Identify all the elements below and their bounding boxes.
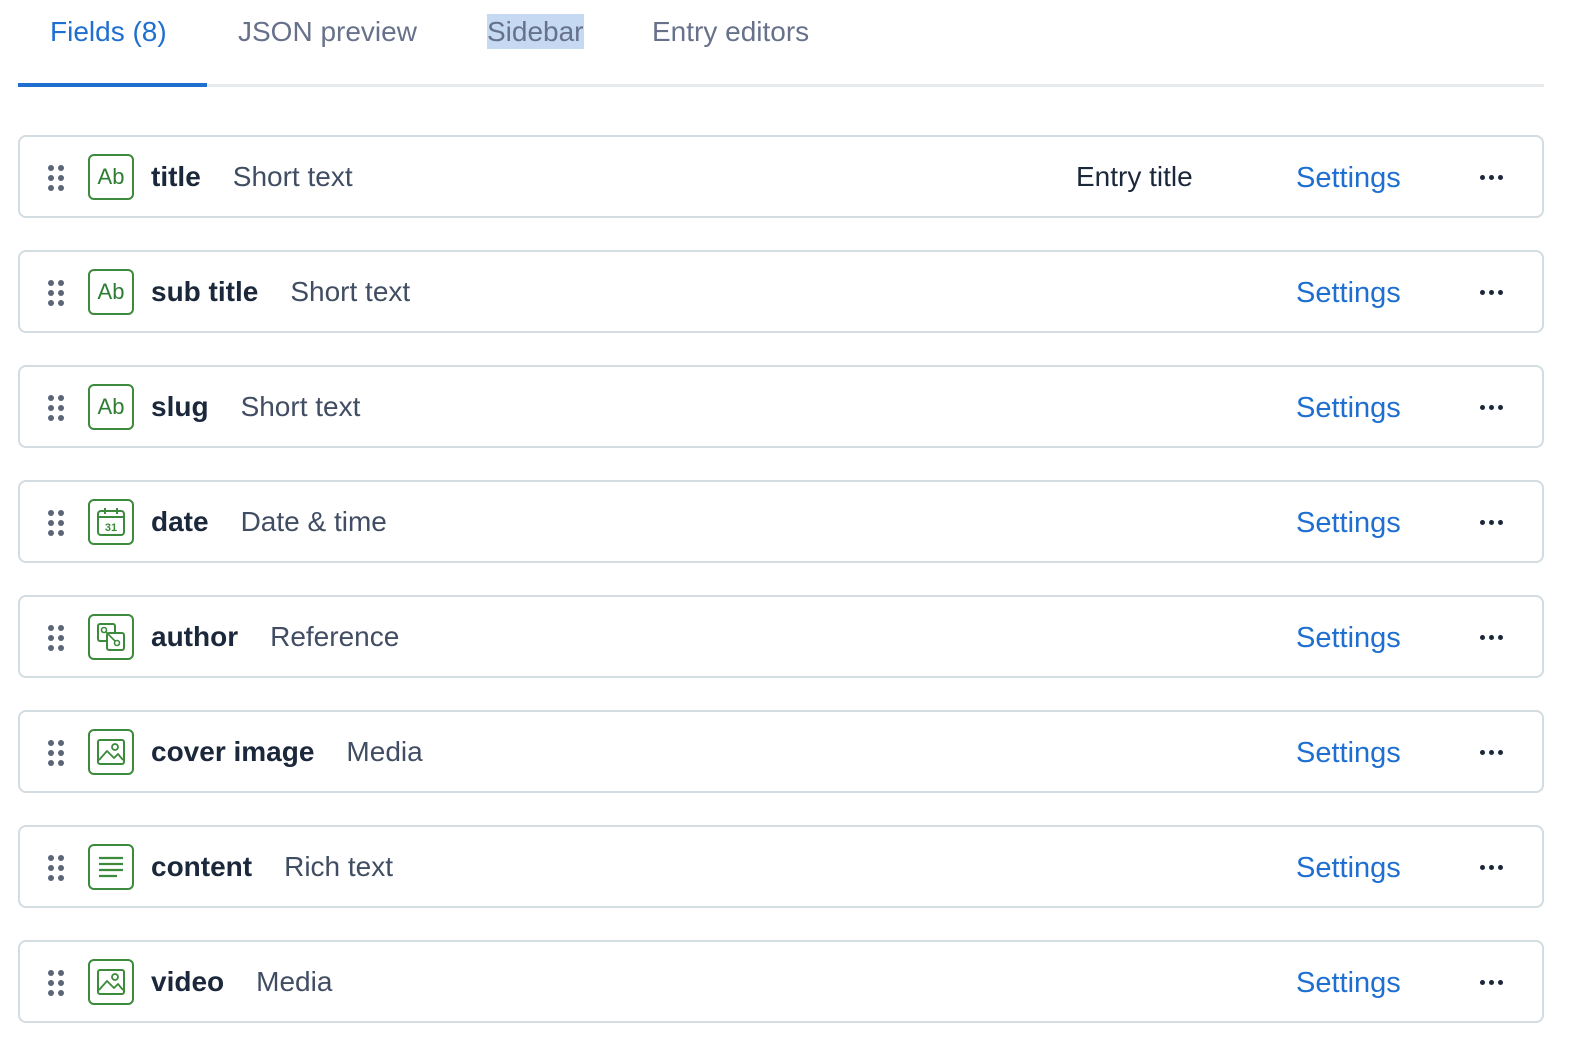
tab-sidebar[interactable]: Sidebar bbox=[487, 12, 584, 52]
more-options-icon[interactable] bbox=[1472, 508, 1512, 536]
field-type: Media bbox=[256, 965, 333, 997]
field-row[interactable]: Ab sub title Short text Settings bbox=[18, 250, 1544, 333]
field-row[interactable]: cover image Media Settings bbox=[18, 710, 1544, 793]
calendar-icon: 31 bbox=[88, 499, 134, 545]
svg-text:31: 31 bbox=[105, 522, 117, 534]
short-text-icon-label: Ab bbox=[97, 279, 125, 304]
settings-button[interactable]: Settings bbox=[1296, 827, 1401, 910]
content-model-fields-page: Fields (8) JSON preview Sidebar Entry ed… bbox=[0, 0, 1578, 1064]
settings-button[interactable]: Settings bbox=[1296, 367, 1401, 450]
more-options-icon[interactable] bbox=[1472, 393, 1512, 421]
settings-button[interactable]: Settings bbox=[1296, 482, 1401, 565]
more-options-icon[interactable] bbox=[1472, 163, 1512, 191]
field-name: content bbox=[151, 850, 253, 882]
tab-entry-editors-label: Entry editors bbox=[652, 16, 810, 47]
field-row[interactable]: video Media Settings bbox=[18, 940, 1544, 1023]
more-options-icon[interactable] bbox=[1472, 738, 1512, 766]
field-row[interactable]: author Reference Settings bbox=[18, 595, 1544, 678]
drag-handle-icon[interactable] bbox=[46, 394, 66, 422]
field-row[interactable]: Ab slug Short text Settings bbox=[18, 365, 1544, 448]
short-text-icon-label: Ab bbox=[97, 164, 125, 189]
field-type: Reference bbox=[270, 620, 400, 652]
field-name: slug bbox=[151, 390, 209, 422]
drag-handle-icon[interactable] bbox=[46, 739, 66, 767]
tab-bar-divider bbox=[18, 84, 1544, 87]
rich-text-icon bbox=[88, 844, 134, 890]
media-icon bbox=[88, 959, 134, 1005]
field-info: author Reference bbox=[151, 597, 399, 676]
short-text-icon-label: Ab bbox=[97, 394, 125, 419]
settings-button[interactable]: Settings bbox=[1296, 597, 1401, 680]
field-info: cover image Media bbox=[151, 712, 423, 791]
drag-handle-icon[interactable] bbox=[46, 969, 66, 997]
field-name: sub title bbox=[151, 275, 259, 307]
reference-icon bbox=[88, 614, 134, 660]
more-options-icon[interactable] bbox=[1472, 853, 1512, 881]
tab-bar: Fields (8) JSON preview Sidebar Entry ed… bbox=[18, 0, 1544, 88]
settings-button[interactable]: Settings bbox=[1296, 252, 1401, 335]
entry-title-label: Entry title bbox=[1076, 161, 1193, 192]
short-text-icon: Ab bbox=[88, 269, 134, 315]
field-info: slug Short text bbox=[151, 367, 360, 446]
more-options-icon[interactable] bbox=[1472, 278, 1512, 306]
field-row[interactable]: 31 date Date & time Settings bbox=[18, 480, 1544, 563]
active-tab-indicator bbox=[18, 83, 207, 87]
field-name: cover image bbox=[151, 735, 315, 767]
settings-button[interactable]: Settings bbox=[1296, 137, 1401, 220]
tab-json-preview-label: JSON preview bbox=[238, 16, 417, 47]
field-row[interactable]: content Rich text Settings bbox=[18, 825, 1544, 908]
field-type: Date & time bbox=[240, 505, 387, 537]
field-info: sub title Short text bbox=[151, 252, 410, 331]
drag-handle-icon[interactable] bbox=[46, 624, 66, 652]
field-list: Ab title Short text Entry title Settings Ab su… bbox=[18, 135, 1544, 1055]
field-name: date bbox=[151, 505, 209, 537]
field-name: author bbox=[151, 620, 239, 652]
field-type: Short text bbox=[290, 275, 411, 307]
field-info: video Media bbox=[151, 942, 332, 1021]
tab-entry-editors[interactable]: Entry editors bbox=[652, 12, 809, 52]
drag-handle-icon[interactable] bbox=[46, 854, 66, 882]
field-type: Rich text bbox=[284, 850, 394, 882]
field-name: title bbox=[151, 160, 201, 192]
more-options-icon[interactable] bbox=[1472, 623, 1512, 651]
tab-fields[interactable]: Fields (8) bbox=[50, 12, 167, 52]
drag-handle-icon[interactable] bbox=[46, 164, 66, 192]
field-type: Short text bbox=[240, 390, 361, 422]
settings-button[interactable]: Settings bbox=[1296, 712, 1401, 795]
tab-sidebar-label: Sidebar bbox=[487, 14, 584, 49]
short-text-icon: Ab bbox=[88, 384, 134, 430]
more-options-icon[interactable] bbox=[1472, 968, 1512, 996]
field-info: title Short text bbox=[151, 137, 353, 216]
settings-button[interactable]: Settings bbox=[1296, 942, 1401, 1025]
field-info: date Date & time bbox=[151, 482, 387, 561]
tab-fields-label: Fields (8) bbox=[50, 16, 167, 47]
drag-handle-icon[interactable] bbox=[46, 509, 66, 537]
field-type: Short text bbox=[232, 160, 353, 192]
field-type: Media bbox=[346, 735, 423, 767]
drag-handle-icon[interactable] bbox=[46, 279, 66, 307]
field-row[interactable]: Ab title Short text Entry title Settings bbox=[18, 135, 1544, 218]
short-text-icon: Ab bbox=[88, 154, 134, 200]
field-info: content Rich text bbox=[151, 827, 393, 906]
media-icon bbox=[88, 729, 134, 775]
tab-json-preview[interactable]: JSON preview bbox=[238, 12, 417, 52]
field-name: video bbox=[151, 965, 225, 997]
